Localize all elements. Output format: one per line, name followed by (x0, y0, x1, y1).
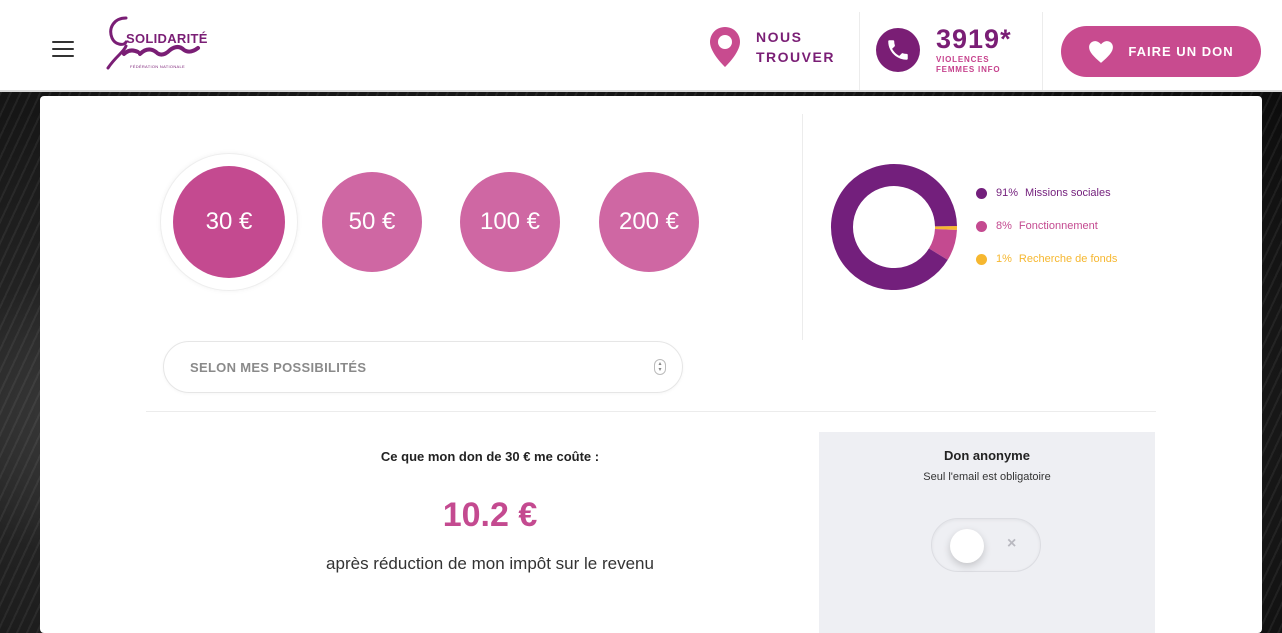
chart-legend: 91% Missions sociales 8% Fonctionnement … (976, 186, 1117, 285)
amount-30-label: 30 € (205, 208, 253, 235)
select-arrows-icon: ▴ ▾ (654, 359, 666, 375)
legend-dot (976, 220, 987, 232)
anonymous-title: Don anonyme (944, 448, 1030, 463)
legend-percent: 8% (996, 220, 1012, 232)
legend-label: Recherche de fonds (1018, 253, 1118, 265)
header-divider (859, 12, 860, 90)
donate-button-label: FAIRE UN DON (1128, 44, 1234, 59)
menu-icon[interactable] (52, 41, 74, 57)
amount-100-button[interactable]: 100 € (460, 172, 560, 272)
donate-button[interactable]: FAIRE UN DON (1061, 26, 1261, 77)
donut-slice-fonctionnement (928, 228, 957, 260)
amount-200-button[interactable]: 200 € (599, 172, 699, 272)
amount-200-label: 200 € (618, 208, 680, 235)
cost-title: Ce que mon don de 30 € me coûte : (380, 449, 600, 464)
close-icon: × (1007, 535, 1017, 552)
site-logo[interactable]: SOLIDARITÉ FÉDÉRATION NATIONALE (104, 12, 224, 76)
hotline-link[interactable]: 3919* VIOLENCES FEMMES INFO (876, 22, 1012, 78)
hotline-line2: FEMMES INFO (936, 65, 1001, 74)
phone-icon (876, 28, 920, 72)
legend-dot (976, 187, 987, 199)
legend-dot (976, 253, 987, 265)
anonymous-toggle[interactable]: × (931, 518, 1041, 572)
legend-label: Missions sociales (1025, 187, 1111, 199)
amount-100-label: 100 € (479, 208, 541, 235)
heart-icon (1089, 40, 1114, 63)
anonymous-subtitle: Seul l'email est obligatoire (923, 471, 1051, 483)
find-us-line2: TROUVER (756, 49, 835, 65)
hotline-number: 3919* (936, 24, 1012, 54)
site-header: SOLIDARITÉ FÉDÉRATION NATIONALE NOUS TRO… (0, 0, 1282, 92)
logo-text: SOLIDARITÉ (126, 31, 208, 46)
cost-value: 10.2 € (442, 496, 538, 534)
find-us-line1: NOUS (756, 29, 803, 45)
legend-item: 1% Recherche de fonds (976, 252, 1117, 266)
cost-explanation: après réduction de mon impôt sur le reve… (326, 554, 654, 573)
amount-50-label: 50 € (348, 208, 396, 235)
allocation-donut-chart (831, 164, 957, 290)
hotline-line1: VIOLENCES (936, 55, 990, 64)
section-divider (146, 411, 1156, 412)
header-divider (1042, 12, 1043, 90)
legend-percent: 1% (996, 253, 1012, 265)
map-pin-icon (708, 25, 742, 69)
logo-subtitle: FÉDÉRATION NATIONALE (130, 64, 185, 69)
legend-item: 8% Fonctionnement (976, 219, 1117, 233)
custom-amount-select[interactable]: SELON MES POSSIBILITÉS ▴ ▾ (163, 341, 683, 393)
donut-slice-missions-sociales (831, 164, 957, 290)
section-divider (802, 114, 803, 340)
amount-30-button[interactable]: 30 € (173, 166, 285, 278)
find-us-link[interactable]: NOUS TROUVER (708, 24, 835, 70)
donation-card: 30 € 50 € 100 € 200 € 91% Missions socia… (40, 96, 1262, 633)
custom-amount-placeholder: SELON MES POSSIBILITÉS (190, 359, 367, 375)
toggle-knob (950, 529, 984, 563)
legend-label: Fonctionnement (1018, 220, 1098, 232)
amount-50-button[interactable]: 50 € (322, 172, 422, 272)
legend-percent: 91% (996, 187, 1019, 199)
legend-item: 91% Missions sociales (976, 186, 1117, 200)
anonymous-donation-panel: Don anonyme Seul l'email est obligatoire… (819, 432, 1155, 633)
